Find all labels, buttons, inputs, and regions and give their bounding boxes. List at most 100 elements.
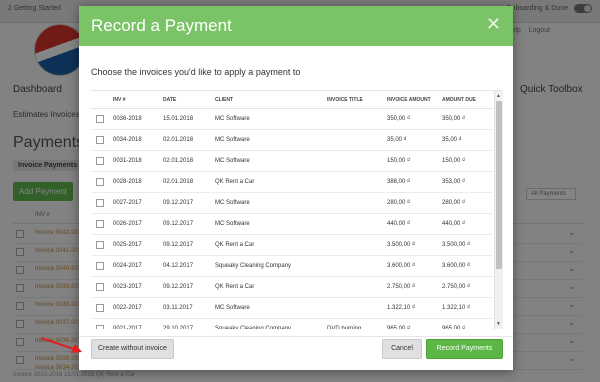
cell-inv: 0031-2018: [113, 150, 163, 172]
create-without-invoice-button[interactable]: Create without invoice: [91, 339, 174, 359]
cell-title: [327, 213, 387, 235]
cell-amount: 388,00 ₫: [387, 171, 442, 193]
modal-prompt: Choose the invoices you'd like to apply …: [91, 67, 301, 77]
cell-client: QK Rent a Car: [215, 171, 327, 193]
cell-due: 280,00 ₫: [442, 192, 493, 214]
cell-title: [327, 150, 387, 172]
table-header-row: INV # DATE CLIENT INVOICE TITLE INVOICE …: [91, 91, 493, 109]
cell-inv: 0028-2018: [113, 171, 163, 193]
cell-date: 09.12.2017: [163, 213, 215, 235]
row-checkbox[interactable]: [96, 325, 104, 329]
table-row[interactable]: 0024-2017 04.12.2017 Squeaky Cleaning Comp…: [91, 255, 493, 277]
cell-due: 350,00 ₫: [442, 108, 493, 130]
cell-date: 29.10.2017: [163, 318, 215, 329]
cell-due: 2.750,00 ₫: [442, 276, 493, 298]
cell-amount: 1.322,10 ₫: [387, 297, 442, 319]
table-row[interactable]: 0026-2017 09.12.2017 MC Software 440,00 ₫ 44…: [91, 213, 493, 235]
cell-amount: 965,00 ₫: [387, 318, 442, 329]
cell-client: MC Software: [215, 108, 327, 130]
cell-title: [327, 234, 387, 256]
close-icon[interactable]: ✕: [486, 14, 501, 34]
cell-title: [327, 171, 387, 193]
header-inv[interactable]: INV #: [113, 91, 163, 109]
cell-due: 353,00 ₫: [442, 171, 493, 193]
header-amount-due[interactable]: AMOUNT DUE: [442, 91, 493, 109]
scrollbar-thumb[interactable]: [496, 101, 502, 269]
cell-title: [327, 192, 387, 214]
cell-client: Squeaky Cleaning Company: [215, 318, 327, 329]
cell-due: 35,00 ₫: [442, 129, 493, 151]
row-checkbox[interactable]: [96, 262, 104, 270]
cell-client: QK Rent a Car: [215, 234, 327, 256]
header-client[interactable]: CLIENT: [215, 91, 327, 109]
row-checkbox[interactable]: [96, 136, 104, 144]
cell-client: MC Software: [215, 192, 327, 214]
cell-date: 03.11.2017: [163, 297, 215, 319]
row-checkbox[interactable]: [96, 199, 104, 207]
cell-due: 1.322,10 ₫: [442, 297, 493, 319]
table-row[interactable]: 0025-2017 09.12.2017 QK Rent a Car 3.500,00…: [91, 234, 493, 256]
table-row[interactable]: 0022-2017 03.11.2017 MC Software 1.322,10 ₫…: [91, 297, 493, 319]
cell-due: 150,00 ₫: [442, 150, 493, 172]
cell-inv: 0026-2017: [113, 213, 163, 235]
cell-date: 04.12.2017: [163, 255, 215, 277]
cell-date: 09.12.2017: [163, 192, 215, 214]
row-checkbox[interactable]: [96, 241, 104, 249]
table-row[interactable]: 0021-2017 29.10.2017 Squeaky Cleaning Comp…: [91, 318, 493, 329]
cell-amount: 150,00 ₫: [387, 150, 442, 172]
cell-inv: 0022-2017: [113, 297, 163, 319]
row-checkbox[interactable]: [96, 220, 104, 228]
header-invoice-amount[interactable]: INVOICE AMOUNT: [387, 91, 442, 109]
cell-date: 02.01.2018: [163, 171, 215, 193]
cell-inv: 0021-2017: [113, 318, 163, 329]
record-payment-modal: Record a Payment ✕ Choose the invoices y…: [79, 6, 513, 370]
cell-date: 15.01.2018: [163, 108, 215, 130]
record-payments-button[interactable]: Record Payments: [426, 339, 503, 359]
table-scrollbar[interactable]: ▲ ▼: [494, 91, 503, 329]
table-row[interactable]: 0031-2018 02.01.2018 MC Software 150,00 ₫ 15…: [91, 150, 493, 172]
cell-client: QK Rent a Car: [215, 276, 327, 298]
table-row[interactable]: 0034-2018 02.01.2018 MC Software 35,00 ₫ 35,…: [91, 129, 493, 151]
modal-header: Record a Payment ✕: [79, 6, 513, 46]
cell-title: [327, 297, 387, 319]
cell-title: [327, 108, 387, 130]
cell-client: MC Software: [215, 129, 327, 151]
cell-amount: 2.750,00 ₫: [387, 276, 442, 298]
cell-date: 09.12.2017: [163, 276, 215, 298]
cell-inv: 0024-2017: [113, 255, 163, 277]
cancel-button[interactable]: Cancel: [382, 339, 422, 359]
table-row[interactable]: 0036-2018 15.01.2018 MC Software 350,00 ₫ 35…: [91, 108, 493, 130]
cell-inv: 0023-2017: [113, 276, 163, 298]
table-row[interactable]: 0023-2017 09.12.2017 QK Rent a Car 2.750,00…: [91, 276, 493, 298]
cell-client: MC Software: [215, 213, 327, 235]
scroll-up-icon[interactable]: ▲: [496, 93, 501, 99]
cell-title: [327, 255, 387, 277]
invoices-table: INV # DATE CLIENT INVOICE TITLE INVOICE …: [91, 91, 493, 329]
row-checkbox[interactable]: [96, 283, 104, 291]
table-row[interactable]: 0027-2017 09.12.2017 MC Software 280,00 ₫ 28…: [91, 192, 493, 214]
modal-title: Record a Payment: [91, 16, 232, 35]
cell-amount: 350,00 ₫: [387, 108, 442, 130]
cell-due: 965,00 ₫: [442, 318, 493, 329]
row-checkbox[interactable]: [96, 304, 104, 312]
cell-inv: 0027-2017: [113, 192, 163, 214]
row-checkbox[interactable]: [96, 178, 104, 186]
row-checkbox[interactable]: [96, 115, 104, 123]
cell-title: DVD burning: [327, 318, 387, 329]
cell-client: MC Software: [215, 297, 327, 319]
cell-amount: 35,00 ₫: [387, 129, 442, 151]
cell-inv: 0036-2018: [113, 108, 163, 130]
header-invoice-title[interactable]: INVOICE TITLE: [327, 91, 387, 109]
cell-date: 02.01.2018: [163, 129, 215, 151]
cell-date: 02.01.2018: [163, 150, 215, 172]
cell-amount: 280,00 ₫: [387, 192, 442, 214]
invoices-table-container: INV # DATE CLIENT INVOICE TITLE INVOICE …: [91, 90, 503, 329]
cell-client: Squeaky Cleaning Company: [215, 255, 327, 277]
header-date[interactable]: DATE: [163, 91, 215, 109]
row-checkbox[interactable]: [96, 157, 104, 165]
scroll-down-icon[interactable]: ▼: [496, 321, 501, 327]
cell-client: MC Software: [215, 150, 327, 172]
cell-inv: 0025-2017: [113, 234, 163, 256]
table-row[interactable]: 0028-2018 02.01.2018 QK Rent a Car 388,00 ₫…: [91, 171, 493, 193]
modal-footer-divider: [79, 336, 513, 337]
